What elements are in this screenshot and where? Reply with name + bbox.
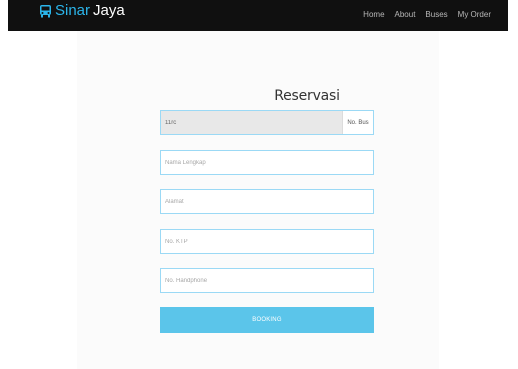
brand-logo[interactable]: Sinar Jaya: [39, 2, 125, 20]
brand-name-sinar: Sinar: [55, 2, 91, 19]
bus-icon: [40, 5, 51, 18]
full-name-input[interactable]: [160, 150, 374, 175]
ktp-number-input[interactable]: [160, 229, 374, 254]
navbar: Sinar Jaya Home About Buses My Order: [8, 0, 508, 31]
nav-link-buses[interactable]: Buses: [425, 10, 447, 19]
nav-link-about[interactable]: About: [395, 10, 416, 19]
nav-link-home[interactable]: Home: [363, 10, 384, 19]
page-title: Reservasi: [0, 88, 518, 104]
nav-link-my-order[interactable]: My Order: [458, 10, 491, 19]
bus-number-field[interactable]: [161, 111, 342, 134]
nav-links: Home About Buses My Order: [363, 10, 491, 19]
booking-button[interactable]: BOOKING: [160, 307, 374, 333]
address-input[interactable]: [160, 189, 374, 214]
bus-number-addon: No. Bus: [342, 111, 373, 134]
bus-number-group: No. Bus: [160, 110, 374, 135]
brand-name-jaya: Jaya: [93, 2, 125, 19]
phone-number-input[interactable]: [160, 268, 374, 293]
reservation-title: Reservasi: [274, 88, 340, 104]
